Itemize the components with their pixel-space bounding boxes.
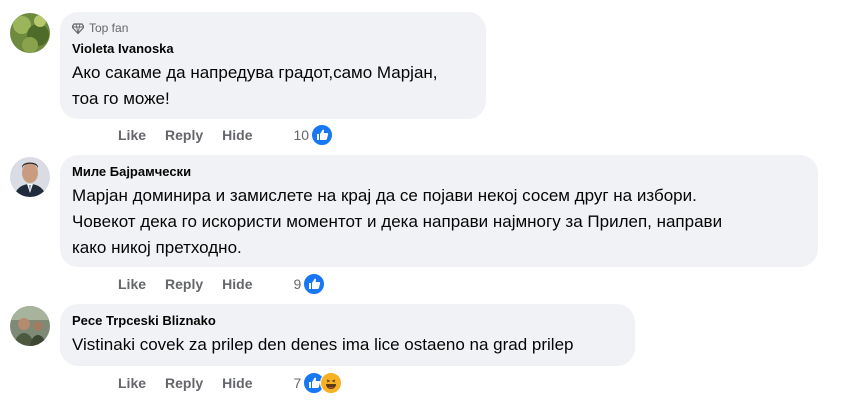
badge-label: Top fan (89, 21, 129, 35)
avatar[interactable] (10, 157, 50, 197)
reaction-summary[interactable]: 9 (293, 273, 326, 295)
comment-line: Vistinaki covek za prilep den denes ima … (72, 335, 574, 354)
reaction-count: 10 (293, 127, 310, 143)
like-button[interactable]: Like (118, 276, 146, 292)
reply-button[interactable]: Reply (165, 276, 203, 292)
comment-bubble: Top fan Violeta Ivanoska Ако сакаме да н… (60, 12, 486, 119)
like-icon (303, 273, 326, 295)
top-fan-badge: Top fan (72, 20, 474, 36)
comment-bubble: Миле Бајрамчески Марјан доминира и замис… (60, 155, 818, 267)
comment-actions: Like Reply Hide 10 (118, 124, 334, 146)
comment-text: Марјан доминира и замислете на крај да с… (72, 183, 806, 261)
reply-button[interactable]: Reply (165, 127, 203, 143)
hide-button[interactable]: Hide (222, 127, 252, 143)
reaction-count: 9 (293, 276, 302, 292)
reply-button[interactable]: Reply (165, 375, 203, 391)
haha-icon (320, 372, 343, 394)
like-icon (311, 124, 334, 146)
diamond-icon (72, 22, 84, 34)
comment-author[interactable]: Pece Trpceski Bliznako (72, 312, 623, 330)
hide-button[interactable]: Hide (222, 375, 252, 391)
comment-line: тоа го може! (72, 89, 170, 108)
reaction-count: 7 (293, 375, 302, 391)
comment-line: Човекот дека го искористи моментот и дек… (72, 212, 723, 231)
avatar[interactable] (10, 306, 50, 346)
comment-author[interactable]: Violeta Ivanoska (72, 40, 474, 58)
comment-actions: Like Reply Hide 9 (118, 273, 326, 295)
comment-text: Ако сакаме да напредува градот,само Марј… (72, 60, 474, 112)
comment-line: Ако сакаме да напредува градот,само Марј… (72, 63, 438, 82)
avatar[interactable] (10, 13, 50, 53)
hide-button[interactable]: Hide (222, 276, 252, 292)
comment-text: Vistinaki covek za prilep den denes ima … (72, 332, 623, 358)
reaction-summary[interactable]: 10 (293, 124, 334, 146)
comment-line: Марјан доминира и замислете на крај да с… (72, 186, 697, 205)
comment-line: како никој претходно. (72, 238, 242, 257)
reaction-summary[interactable]: 7 (293, 372, 343, 394)
comment-bubble: Pece Trpceski Bliznako Vistinaki covek z… (60, 304, 635, 366)
like-button[interactable]: Like (118, 127, 146, 143)
comment-author[interactable]: Миле Бајрамчески (72, 163, 806, 181)
like-button[interactable]: Like (118, 375, 146, 391)
comment-actions: Like Reply Hide 7 (118, 372, 343, 394)
